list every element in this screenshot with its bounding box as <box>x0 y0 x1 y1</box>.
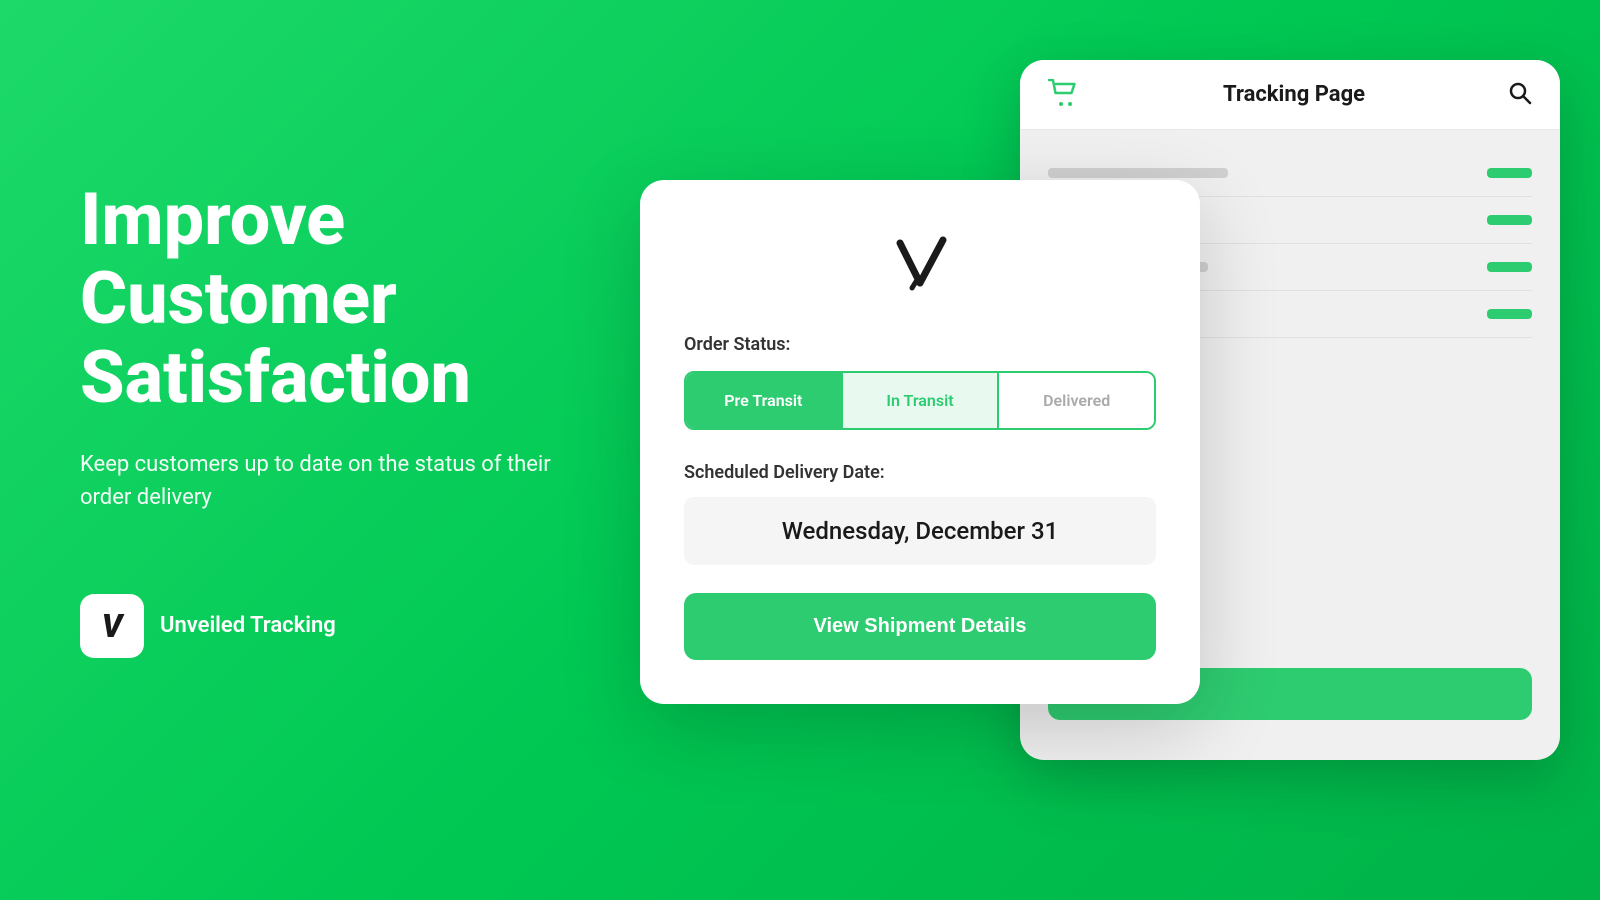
brand-name: Unveiled Tracking <box>160 613 336 638</box>
bg-list-badge <box>1487 262 1532 272</box>
tab-delivered[interactable]: Delivered <box>997 373 1154 428</box>
brand-logo-box: V <box>80 594 144 658</box>
heading-line-2: Customer <box>80 256 397 341</box>
v-logo-svg <box>885 228 955 298</box>
delivery-date-text: Wednesday, December 31 <box>782 517 1058 545</box>
search-icon[interactable] <box>1508 81 1532 109</box>
tab-pre-transit-label: Pre Transit <box>724 391 802 410</box>
view-shipment-label: View Shipment Details <box>813 615 1026 637</box>
tab-in-transit[interactable]: In Transit <box>841 373 998 428</box>
delivery-date-box: Wednesday, December 31 <box>684 497 1156 565</box>
bg-list-badge <box>1487 168 1532 178</box>
main-heading: Improve Customer Satisfaction <box>80 180 600 418</box>
sub-heading: Keep customers up to date on the status … <box>80 448 600 514</box>
heading-line-1: Improve <box>80 177 345 262</box>
bg-list-badge <box>1487 215 1532 225</box>
order-card: Order Status: Pre Transit In Transit Del… <box>640 180 1200 704</box>
brand-logo-v-mark: V <box>102 607 123 645</box>
left-content-section: Improve Customer Satisfaction Keep custo… <box>80 180 600 658</box>
delivery-label: Scheduled Delivery Date: <box>684 462 1156 483</box>
brand-badge: V Unveiled Tracking <box>80 594 600 658</box>
status-tabs: Pre Transit In Transit Delivered <box>684 371 1156 430</box>
bg-list-badge <box>1487 309 1532 319</box>
card-logo <box>684 228 1156 298</box>
heading-line-3: Satisfaction <box>80 335 471 420</box>
bg-list-line-long <box>1048 168 1228 178</box>
tab-delivered-label: Delivered <box>1043 391 1110 410</box>
view-shipment-button[interactable]: View Shipment Details <box>684 593 1156 660</box>
order-status-label: Order Status: <box>684 334 1156 355</box>
tracking-page-header: Tracking Page <box>1020 60 1560 130</box>
tab-in-transit-label: In Transit <box>886 391 953 410</box>
cart-icon <box>1048 79 1080 111</box>
tab-pre-transit[interactable]: Pre Transit <box>686 373 841 428</box>
tracking-page-title: Tracking Page <box>1223 82 1365 107</box>
